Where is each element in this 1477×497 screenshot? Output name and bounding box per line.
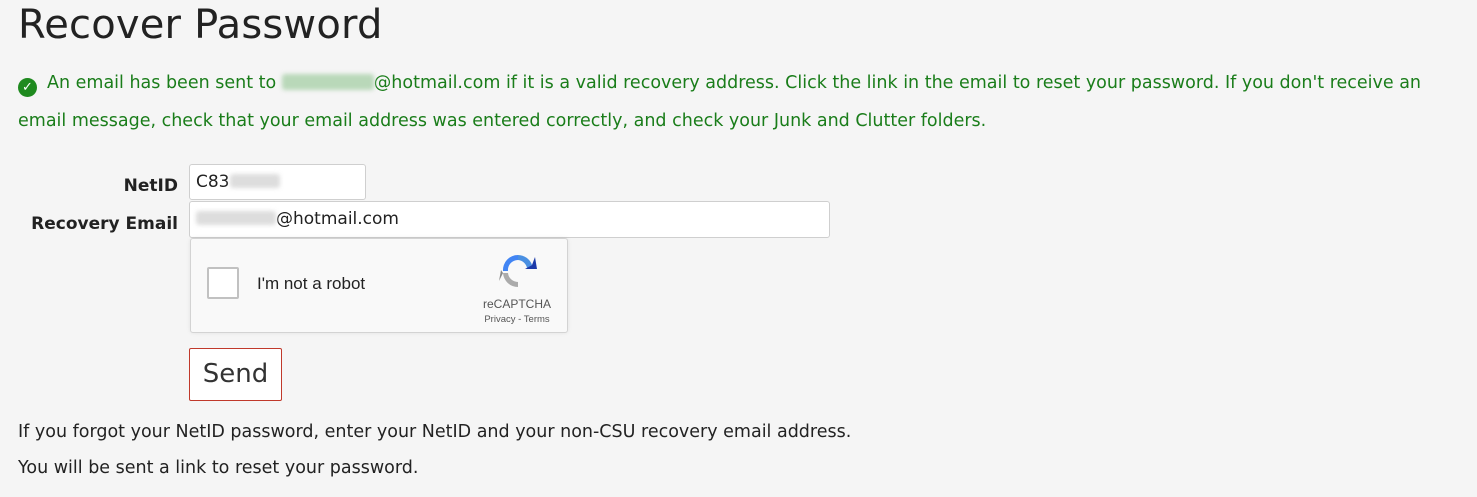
- alert-email-domain: @hotmail.com: [373, 73, 501, 93]
- recaptcha-links: Privacy - Terms: [471, 314, 563, 325]
- privacy-link[interactable]: Privacy: [484, 314, 515, 325]
- success-alert: ✓ An email has been sent to @hotmail.com …: [18, 64, 1473, 140]
- recaptcha-widget: I'm not a robot reCAPTCHA Privacy - Term…: [190, 238, 568, 333]
- recaptcha-brand: reCAPTCHA: [482, 297, 551, 311]
- terms-link[interactable]: Terms: [524, 314, 550, 325]
- recaptcha-label: I'm not a robot: [257, 274, 366, 293]
- redacted-netid: [229, 174, 280, 188]
- recovery-email-input[interactable]: @hotmail.com: [189, 201, 830, 238]
- help-text-line-2: You will be sent a link to reset your pa…: [18, 458, 419, 478]
- netid-input[interactable]: C83: [189, 164, 366, 200]
- redacted-email-user-field: [196, 211, 276, 225]
- recaptcha-logo-icon: [499, 254, 537, 288]
- link-separator: -: [515, 314, 524, 325]
- recaptcha-checkbox[interactable]: [207, 267, 239, 299]
- recovery-email-value: @hotmail.com: [276, 209, 399, 229]
- check-circle-icon: ✓: [18, 78, 37, 97]
- send-button[interactable]: Send: [189, 348, 282, 401]
- redacted-email-user: [281, 74, 374, 90]
- recovery-email-label: Recovery Email: [31, 214, 178, 234]
- netid-value: C83: [196, 172, 230, 192]
- alert-text-before: An email has been sent to: [47, 73, 282, 93]
- page-title: Recover Password: [18, 2, 383, 48]
- netid-label: NetID: [123, 176, 178, 196]
- help-text-line-1: If you forgot your NetID password, enter…: [18, 422, 852, 442]
